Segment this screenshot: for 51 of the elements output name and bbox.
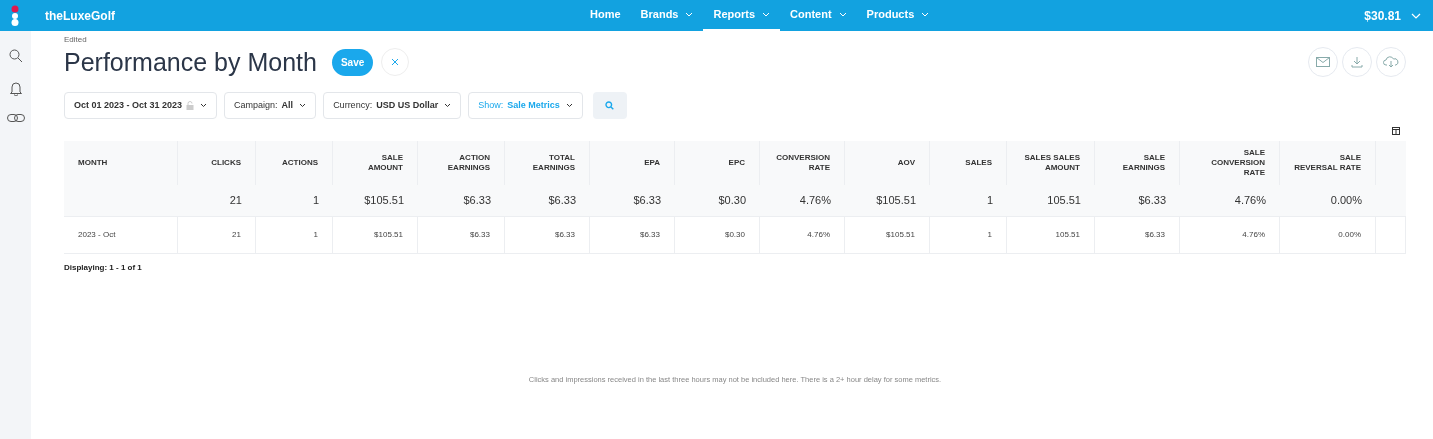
chevron-down-icon[interactable] xyxy=(565,103,573,108)
status-label: Edited xyxy=(64,34,88,46)
table-cell: $105.51 xyxy=(374,229,403,241)
table-cell: $6.33 xyxy=(639,229,660,241)
total-cell-text: $6.33 xyxy=(633,193,661,209)
logo-icon xyxy=(10,4,20,27)
columns-icon[interactable] xyxy=(1392,127,1400,135)
total-cell-text: 105.51 xyxy=(1047,193,1081,209)
total-cell-text: 1 xyxy=(986,193,993,209)
link-icon[interactable] xyxy=(6,114,25,122)
total-cell-text: $6.33 xyxy=(548,193,576,209)
total-cell-text: $105.51 xyxy=(876,193,916,209)
table-cell: 4.76% xyxy=(807,229,830,241)
total-cell-text: $6.33 xyxy=(463,193,491,209)
chevron-down-icon[interactable] xyxy=(299,103,307,108)
total-cell-text: 0.00% xyxy=(1330,193,1362,209)
filter-dropdown[interactable]: Campaign: All xyxy=(224,92,317,119)
lock-icon xyxy=(186,101,195,110)
close-icon[interactable] xyxy=(391,58,400,66)
table-cell: $6.33 xyxy=(469,229,490,241)
table-cell: $6.33 xyxy=(1144,229,1165,241)
filter-dropdown[interactable]: Oct 01 2023 - Oct 31 2023 xyxy=(64,92,218,119)
total-cell-text: 4.76% xyxy=(799,193,831,209)
total-cell-text: 1 xyxy=(312,193,319,209)
table-cell: 1 xyxy=(987,229,992,241)
table-cell: 4.76% xyxy=(1242,229,1265,241)
total-cell-text: $6.33 xyxy=(1138,193,1166,209)
table-cell: 21 xyxy=(232,229,241,241)
chevron-down-icon[interactable] xyxy=(444,103,452,108)
total-cell-text: 4.76% xyxy=(1234,193,1266,209)
table-cell: 2023 - Oct xyxy=(78,229,116,241)
page-title: Performance by Month xyxy=(64,47,317,78)
total-cell-text: $105.51 xyxy=(364,193,404,209)
table-cell: $105.51 xyxy=(886,229,915,241)
envelope-icon[interactable] xyxy=(1316,57,1330,67)
filter-dropdown[interactable]: Currency: USD US Dollar xyxy=(323,92,462,119)
table-link[interactable]: 1 xyxy=(313,229,318,241)
table-cell: $0.30 xyxy=(724,229,745,241)
search-icon[interactable] xyxy=(8,49,23,63)
download-icon[interactable] xyxy=(1351,56,1363,68)
total-cell-text: 21 xyxy=(229,193,242,209)
cloud-download-icon[interactable] xyxy=(1383,56,1399,68)
bell-icon[interactable] xyxy=(8,81,23,96)
total-cell-text: $0.30 xyxy=(718,193,746,209)
table-cell: 105.51 xyxy=(1055,229,1080,241)
search-button[interactable] xyxy=(592,92,627,119)
pagination-info: Displaying: 1 - 1 of 1 xyxy=(64,262,143,274)
search-icon[interactable] xyxy=(605,101,615,110)
chevron-down-icon[interactable] xyxy=(200,103,208,108)
table-cell: 0.00% xyxy=(1338,229,1361,241)
table-cell: $6.33 xyxy=(554,229,575,241)
